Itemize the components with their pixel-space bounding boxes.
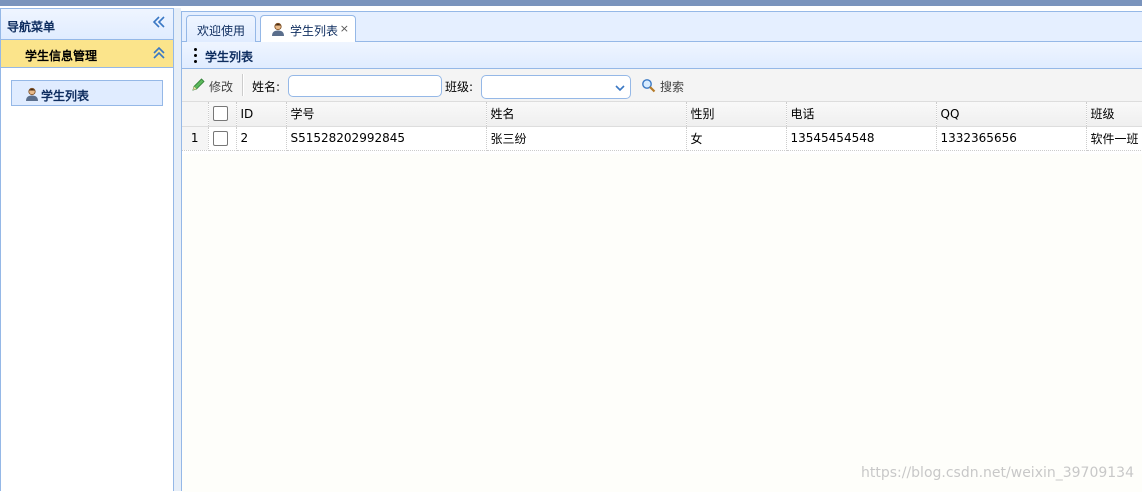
nav-panel: 导航菜单 学生信息管理 学生列表 (0, 8, 174, 491)
tab-label: 欢迎使用 (197, 24, 246, 38)
panel-handle-icon (194, 48, 197, 64)
rownum-header (182, 102, 209, 127)
sidebar-item-label: 学生列表 (41, 89, 90, 103)
column-header[interactable]: 电话 (786, 102, 937, 127)
toolbar: 修改 姓名: 班级: 搜索 (182, 69, 1142, 102)
tab-student-list[interactable]: 学生列表 × (260, 15, 356, 43)
nav-title: 导航菜单 (7, 20, 56, 34)
cell-gender: 女 (686, 126, 787, 151)
panel-title: 学生列表 (205, 50, 254, 64)
chevron-down-icon[interactable] (614, 82, 626, 94)
nav-group-header[interactable]: 学生信息管理 (1, 40, 173, 68)
edit-button[interactable]: 修改 (209, 78, 233, 95)
select-all-checkbox[interactable] (212, 106, 228, 122)
cell-id: 2 (236, 126, 287, 151)
main-area: 欢迎使用 学生列表 × 学生列表 修改 姓名: 班级: 搜索 ID 学号 姓名 … (181, 11, 1142, 492)
user-icon (272, 22, 284, 36)
watermark: https://blog.csdn.net/weixin_39709134 (860, 465, 1134, 481)
student-table: ID 学号 姓名 性别 电话 QQ 班级 1 2 S51528202992845… (182, 102, 1142, 151)
collapse-left-icon[interactable] (151, 14, 167, 30)
column-header[interactable]: ID (236, 102, 287, 127)
nav-header: 导航菜单 (1, 9, 173, 40)
nav-group-title: 学生信息管理 (25, 49, 98, 63)
table-header-row: ID 学号 姓名 性别 电话 QQ 班级 (182, 102, 1142, 127)
name-search-input[interactable] (288, 75, 442, 97)
grid-body-background (182, 154, 1142, 492)
column-header[interactable]: 姓名 (486, 102, 687, 127)
select-all-cell[interactable] (208, 102, 237, 127)
row-number: 1 (182, 126, 209, 151)
column-header[interactable]: 性别 (686, 102, 787, 127)
search-button[interactable]: 搜索 (660, 78, 684, 95)
pencil-icon[interactable] (191, 77, 206, 92)
tab-label: 学生列表 (290, 24, 339, 38)
class-select[interactable] (481, 75, 631, 99)
panel-header: 学生列表 (182, 42, 1142, 69)
column-header[interactable]: 班级 (1086, 102, 1142, 127)
toolbar-separator (242, 74, 244, 96)
class-label: 班级: (445, 80, 474, 94)
layout-splitter[interactable] (174, 8, 181, 491)
column-header[interactable]: QQ (936, 102, 1087, 127)
cell-phone: 13545454548 (786, 126, 937, 151)
sidebar-item-student-list[interactable]: 学生列表 (11, 80, 163, 106)
cell-qq: 1332365656 (936, 126, 1087, 151)
user-icon (26, 87, 38, 101)
window-top-bar (0, 0, 1142, 6)
name-label: 姓名: (252, 80, 281, 94)
search-icon[interactable] (641, 78, 656, 93)
cell-name: 张三纷 (486, 126, 687, 151)
chevron-double-up-icon[interactable] (151, 45, 167, 61)
row-select-cell[interactable] (208, 126, 237, 151)
cell-student-number: S51528202992845 (286, 126, 487, 151)
cell-class: 软件一班 (1086, 126, 1142, 151)
close-icon[interactable]: × (340, 22, 349, 35)
row-checkbox[interactable] (212, 130, 228, 146)
tab-strip: 欢迎使用 学生列表 × (182, 12, 1142, 43)
table-row[interactable]: 1 2 S51528202992845 张三纷 女 13545454548 13… (182, 126, 1142, 151)
tab-welcome[interactable]: 欢迎使用 (186, 15, 256, 42)
column-header[interactable]: 学号 (286, 102, 487, 127)
